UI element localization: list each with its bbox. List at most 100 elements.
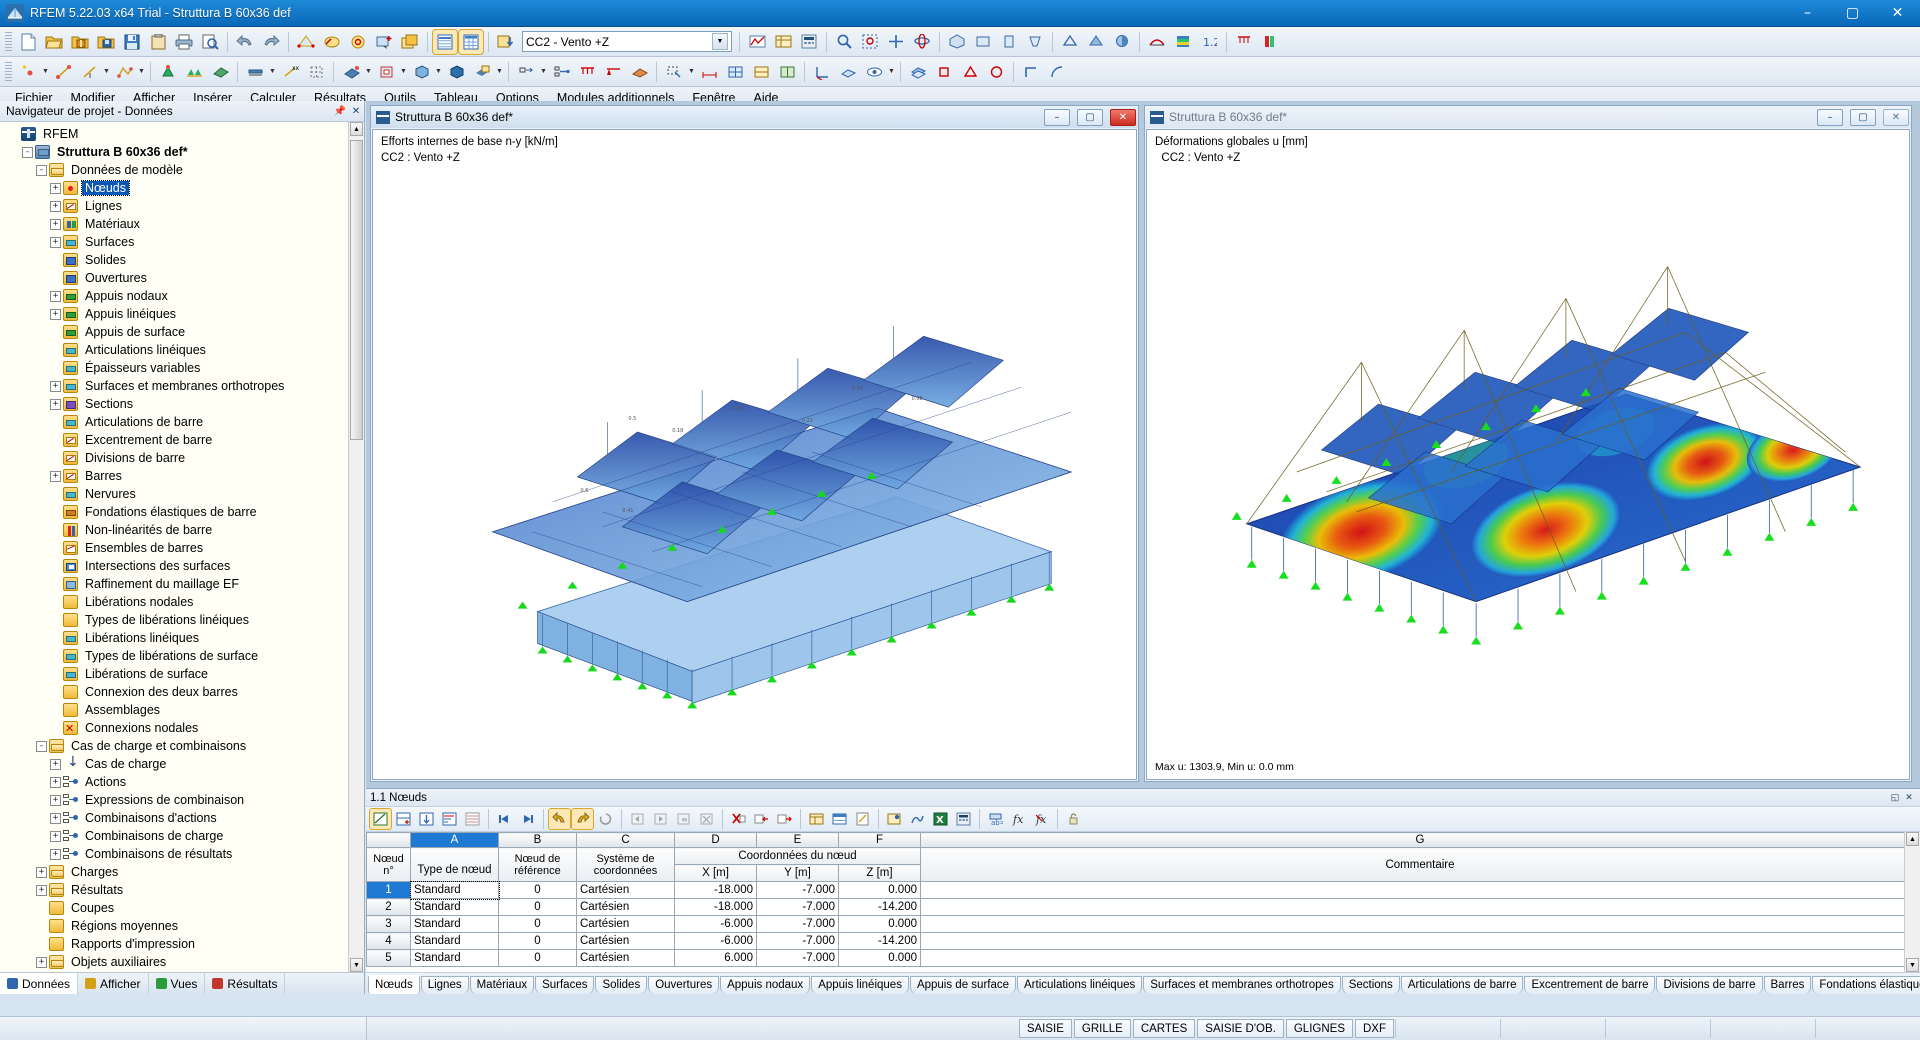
view-iso-icon[interactable] xyxy=(945,30,969,54)
cell-z[interactable]: -14.200 xyxy=(838,932,921,950)
column-letter-D[interactable]: D xyxy=(674,832,757,848)
polyline-icon[interactable] xyxy=(112,60,136,84)
cell-x[interactable]: -18.000 xyxy=(674,881,757,899)
sheet-tab-appuis-lin-iques[interactable]: Appuis linéiques xyxy=(811,976,909,994)
node-dropdown-arrow[interactable]: ▼ xyxy=(41,60,50,84)
select-objects-icon[interactable] xyxy=(662,60,686,84)
tree-item-r-sultats[interactable]: + Résultats xyxy=(4,881,364,899)
copy-window-icon[interactable] xyxy=(398,30,422,54)
navigator-tab-vues[interactable]: Vues xyxy=(149,973,206,994)
isoband-icon[interactable] xyxy=(1171,30,1195,54)
tree-item-cas-de-charge[interactable]: + ↓ Cas de charge xyxy=(4,754,364,773)
column-letter-B[interactable]: B xyxy=(498,832,577,848)
viewport-1-minimize[interactable]: – xyxy=(1044,108,1070,126)
cell-ref-node[interactable]: 0 xyxy=(498,932,577,950)
calculator-icon[interactable] xyxy=(953,809,974,829)
chevron-down-icon[interactable]: ▼ xyxy=(712,33,728,50)
render-icon[interactable] xyxy=(294,30,318,54)
member-icon[interactable] xyxy=(243,60,267,84)
edit-table-icon[interactable] xyxy=(369,808,392,830)
redo-icon[interactable] xyxy=(259,30,283,54)
tree-item-objets-auxiliaires[interactable]: + Objets auxiliaires xyxy=(4,953,364,971)
loads2-icon[interactable] xyxy=(601,60,625,84)
sheet-tab-n-uds[interactable]: Nœuds xyxy=(368,975,420,994)
grid-snap2-icon[interactable] xyxy=(749,60,773,84)
new-document-icon[interactable] xyxy=(16,30,40,54)
sheet-tab-fondations-lastiques-de-barre[interactable]: Fondations élastiques de barre xyxy=(1812,976,1920,994)
column-letter-G[interactable]: G xyxy=(920,832,1920,848)
cell-comment[interactable] xyxy=(920,949,1920,967)
tree-item-combinaisons-de-r-sultats[interactable]: + Combinaisons de résultats xyxy=(4,845,364,863)
tree-item-fondations-lastiques-de-barre[interactable]: Fondations élastiques de barre xyxy=(4,503,364,521)
viewport-2-close[interactable]: ✕ xyxy=(1883,108,1909,126)
tree-item-lib-rations-nodales[interactable]: Libérations nodales xyxy=(4,593,364,611)
sheet-tab-lignes[interactable]: Lignes xyxy=(420,976,469,994)
tree-item-articulations-lin-iques[interactable]: Articulations linéiques xyxy=(4,341,364,359)
sheet-tab-barres[interactable]: Barres xyxy=(1763,976,1812,994)
view-xy-icon[interactable] xyxy=(971,30,995,54)
save-icon[interactable] xyxy=(120,30,144,54)
surface-load-icon[interactable] xyxy=(339,60,363,84)
snap-end-icon[interactable] xyxy=(932,60,956,84)
cell-y[interactable]: -7.000 xyxy=(756,932,839,950)
expand-icon[interactable]: + xyxy=(50,380,61,392)
save-package-icon[interactable] xyxy=(94,30,118,54)
rotate-view-icon[interactable] xyxy=(346,30,370,54)
view-xz-icon[interactable] xyxy=(997,30,1021,54)
tree-item-solides[interactable]: Solides xyxy=(4,251,364,269)
delete-row-icon[interactable] xyxy=(728,809,749,829)
node-icon[interactable] xyxy=(16,60,40,84)
tree-item-appuis-de-surface[interactable]: Appuis de surface xyxy=(4,323,364,341)
column-letter-F[interactable]: F xyxy=(838,832,921,848)
sheet-tab-articulations-lin-iques[interactable]: Articulations linéiques xyxy=(1017,976,1143,994)
table-panel-icon[interactable] xyxy=(432,28,458,55)
opening-dropdown[interactable]: ▼ xyxy=(399,60,408,84)
expand-icon[interactable]: + xyxy=(50,218,61,230)
sheet-tab-surfaces[interactable]: Surfaces xyxy=(535,976,595,994)
coord-system-icon[interactable] xyxy=(810,60,834,84)
first-icon[interactable] xyxy=(627,809,648,829)
tree-item-rfem[interactable]: RFEM xyxy=(4,125,364,143)
cell-coord-system[interactable]: Cartésien xyxy=(576,949,675,967)
open-folder-icon[interactable] xyxy=(42,30,66,54)
cell-x[interactable]: -6.000 xyxy=(674,932,757,950)
info-icon[interactable] xyxy=(884,809,905,829)
opening-icon[interactable] xyxy=(374,60,398,84)
tree-item-appuis-nodaux[interactable]: + Appuis nodaux xyxy=(4,287,364,305)
table-vertical-scrollbar[interactable]: ▲ ▼ xyxy=(1904,832,1920,972)
layer-icon[interactable] xyxy=(906,60,930,84)
grid-snap3-icon[interactable] xyxy=(775,60,799,84)
cell-z[interactable]: 0.000 xyxy=(838,949,921,967)
table-row[interactable]: 1 Standard 0 Cartésien -18.000 -7.000 0.000 xyxy=(366,880,1920,900)
calc-icon[interactable] xyxy=(797,30,821,54)
loads3-icon[interactable] xyxy=(627,60,651,84)
solid-icon[interactable] xyxy=(409,60,433,84)
tree-item-raffinement-du-maillage-ef[interactable]: Raffinement du maillage EF xyxy=(4,575,364,593)
node-table-grid[interactable]: A B C D E F G Nœud n° Type de nœud Nœud d… xyxy=(366,832,1920,972)
color-legend-icon[interactable] xyxy=(1258,30,1282,54)
cell-node-no[interactable]: 4 xyxy=(366,932,411,950)
show-results-icon[interactable] xyxy=(745,30,769,54)
expand-icon[interactable]: + xyxy=(50,236,61,248)
close-icon[interactable]: ✕ xyxy=(348,103,364,119)
expand-icon[interactable]: + xyxy=(36,884,47,896)
polar-icon[interactable] xyxy=(1045,60,1069,84)
expand-icon[interactable]: + xyxy=(50,308,61,320)
tree-item-barres[interactable]: + Barres xyxy=(4,467,364,485)
lock-icon[interactable] xyxy=(1063,809,1084,829)
cell-y[interactable]: -7.000 xyxy=(756,915,839,933)
tree-item-rapports-d-impression[interactable]: Rapports d'impression xyxy=(4,935,364,953)
cell-y[interactable]: -7.000 xyxy=(756,898,839,916)
line-dim-icon[interactable]: I xyxy=(77,60,101,84)
cell-node-no[interactable]: 2 xyxy=(366,898,411,916)
expand-icon[interactable]: + xyxy=(36,956,47,968)
tree-item-ensembles-de-barres[interactable]: Ensembles de barres xyxy=(4,539,364,557)
member-dropdown-arrow[interactable]: ▼ xyxy=(268,60,277,84)
line-dropdown-arrow[interactable]: ▼ xyxy=(102,60,111,84)
expand-icon[interactable]: + xyxy=(36,866,47,878)
collapse-icon[interactable]: - xyxy=(36,164,47,176)
open-package-icon[interactable] xyxy=(68,30,92,54)
navigator-tab-afficher[interactable]: Afficher xyxy=(78,973,149,994)
cell-node-type[interactable]: Standard xyxy=(410,898,499,916)
tree-item-divisions-de-barre[interactable]: Divisions de barre xyxy=(4,449,364,467)
